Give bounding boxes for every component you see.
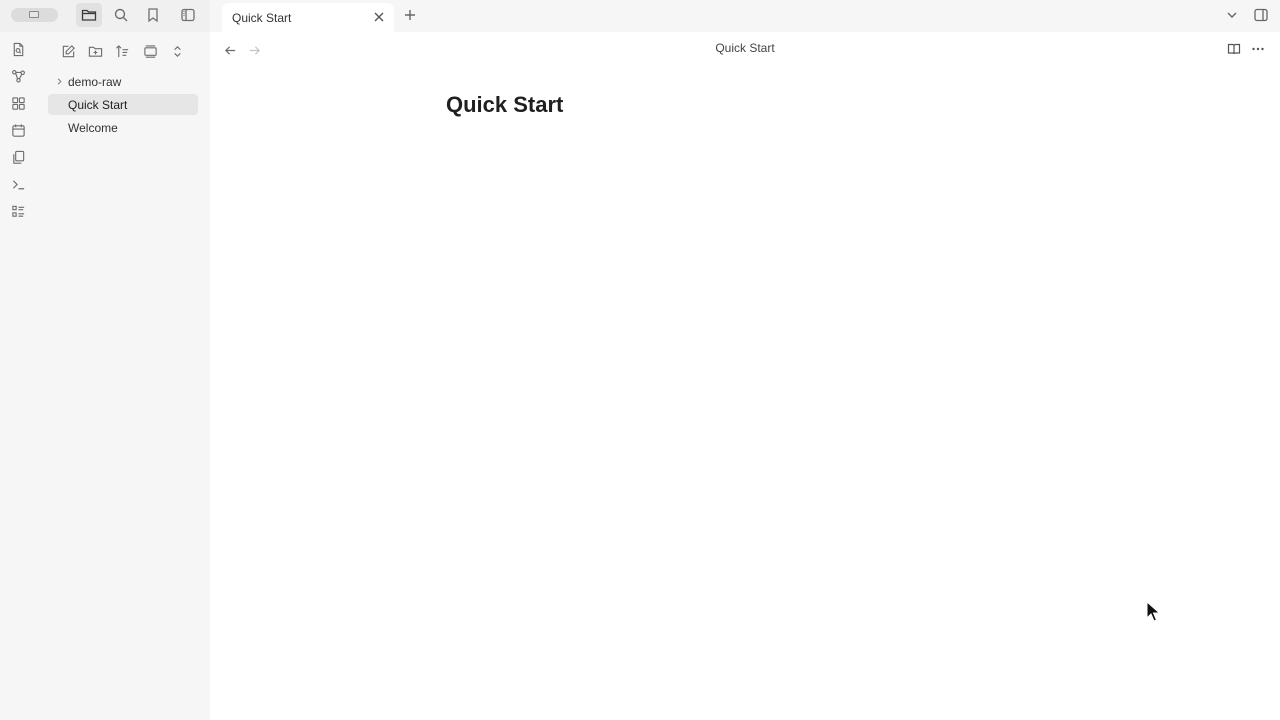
sort-icon <box>115 44 128 57</box>
tree-item-label: Welcome <box>68 120 118 135</box>
daily-note-icon <box>11 123 25 137</box>
new-tab-button[interactable] <box>400 5 420 25</box>
note-title[interactable]: Quick Start <box>446 92 563 118</box>
expand-collapse-button[interactable] <box>166 40 188 62</box>
daily-note-button[interactable] <box>7 119 29 141</box>
app-window: Quick Start demo-raw Quick Start Welcome… <box>0 0 1280 720</box>
more-options-icon <box>1252 47 1264 51</box>
close-icon <box>374 12 384 22</box>
search-icon <box>114 8 128 22</box>
tree-folder-demo-raw[interactable]: demo-raw <box>48 71 198 92</box>
outline-icon <box>11 205 24 217</box>
window-icon <box>29 11 39 18</box>
chevron-right-icon <box>54 76 64 86</box>
open-switcher-icon <box>13 42 23 56</box>
left-sidebar-toggle-button[interactable] <box>175 3 201 27</box>
command-palette-button[interactable] <box>7 173 29 195</box>
reading-view-button[interactable] <box>1224 39 1244 59</box>
new-note-icon <box>62 44 75 57</box>
view-header-title[interactable]: Quick Start <box>210 41 1280 55</box>
outline-button[interactable] <box>7 200 29 222</box>
bookmark-icon <box>148 8 158 23</box>
right-sidebar-icon <box>1254 8 1268 22</box>
sort-button[interactable] <box>111 40 133 62</box>
files-button[interactable] <box>76 3 102 27</box>
book-icon <box>1227 43 1241 55</box>
sidebar-toggle-icon <box>181 8 195 22</box>
graph-view-button[interactable] <box>7 65 29 87</box>
tree-file-welcome[interactable]: Welcome <box>48 117 198 138</box>
file-explorer: demo-raw Quick Start Welcome <box>36 32 210 720</box>
folder-icon <box>81 9 97 21</box>
templates-button[interactable] <box>7 146 29 168</box>
tree-item-label: demo-raw <box>68 74 122 89</box>
tab-close-button[interactable] <box>370 8 388 26</box>
right-sidebar-toggle-button[interactable] <box>1251 5 1271 25</box>
tree-item-label: Quick Start <box>68 97 128 112</box>
graph-view-icon <box>11 69 25 82</box>
templates-icon <box>12 150 24 164</box>
new-folder-icon <box>88 46 102 57</box>
more-options-button[interactable] <box>1248 39 1268 59</box>
title-bar: Quick Start <box>0 0 1280 32</box>
plus-icon <box>405 10 415 20</box>
ribbon <box>0 32 36 720</box>
tab-title: Quick Start <box>232 11 292 25</box>
expand-icon <box>173 45 181 57</box>
quick-switcher-button[interactable] <box>7 38 29 60</box>
window-control-pill[interactable] <box>11 8 58 22</box>
bookmarks-button[interactable] <box>140 3 166 27</box>
mouse-cursor-icon <box>1146 601 1160 622</box>
command-palette-icon <box>12 179 24 189</box>
new-note-button[interactable] <box>57 40 79 62</box>
tab-list-button[interactable] <box>1223 6 1241 24</box>
main-editor: Quick Start Quick Start <box>210 32 1280 720</box>
search-button[interactable] <box>108 3 134 27</box>
canvas-icon <box>11 96 25 110</box>
tab-quick-start[interactable]: Quick Start <box>222 3 394 32</box>
collapse-all-button[interactable] <box>139 40 161 62</box>
tree-file-quick-start[interactable]: Quick Start <box>48 94 198 115</box>
collapse-all-icon <box>143 44 157 58</box>
new-folder-button[interactable] <box>84 40 106 62</box>
chevron-down-icon <box>1227 12 1237 18</box>
canvas-button[interactable] <box>7 92 29 114</box>
